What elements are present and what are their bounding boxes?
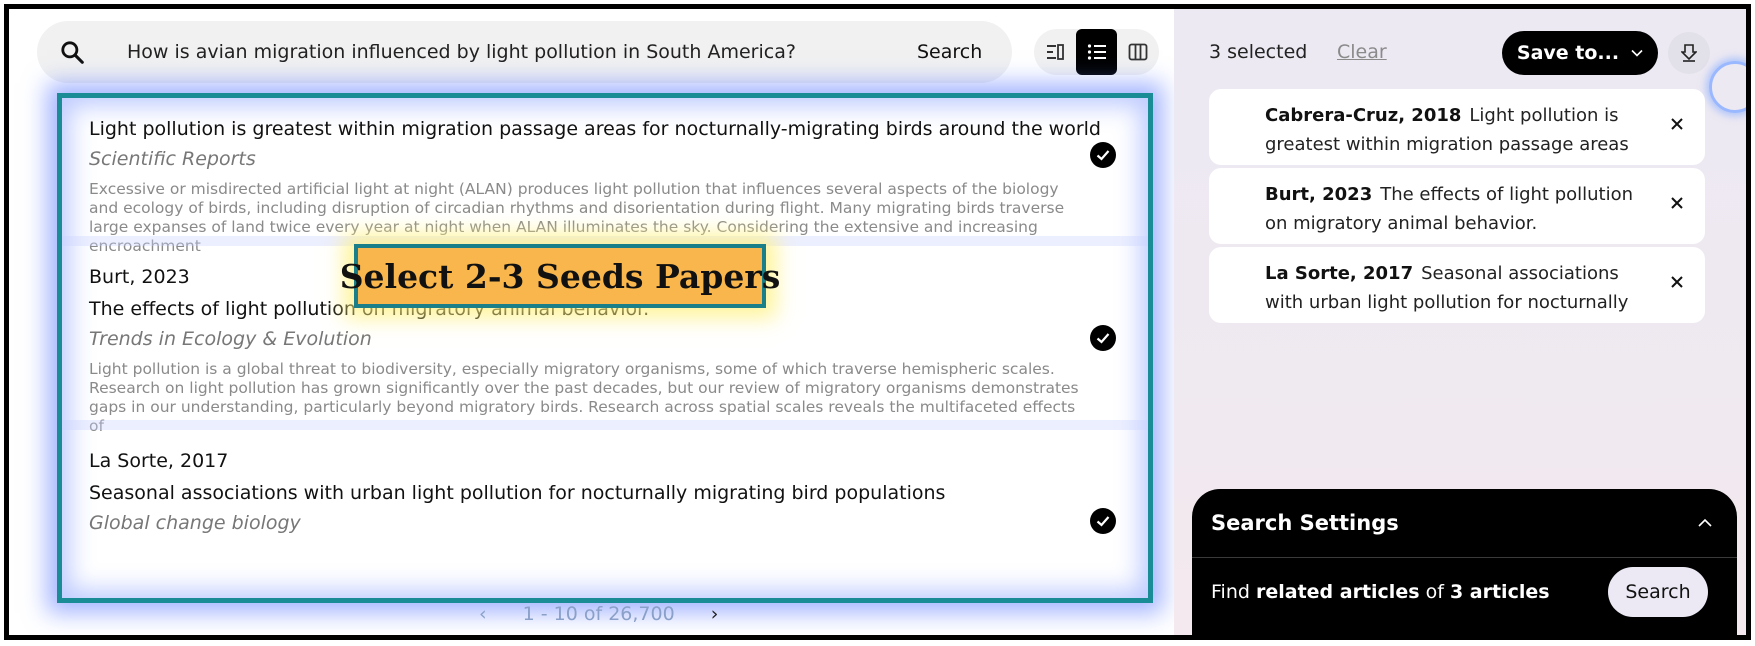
settings-heading: Search Settings [1211, 511, 1399, 535]
search-input[interactable]: How is avian migration influenced by lig… [127, 41, 796, 63]
selected-paper-text: La Sorte, 2017 Seasonal associations with… [1265, 263, 1629, 313]
results-pane: How is avian migration influenced by lig… [9, 9, 1174, 635]
next-page-icon[interactable]: › [711, 603, 719, 625]
remove-icon[interactable] [1669, 195, 1685, 211]
result-card[interactable]: Light pollution is greatest within migra… [62, 108, 1148, 256]
pagination: ‹ 1 - 10 of 26,700 › [479, 599, 729, 629]
result-journal: Trends in Ecology & Evolution [89, 328, 372, 350]
result-title[interactable]: Light pollution is greatest within migra… [89, 118, 1124, 140]
page-range: 1 - 10 of 26,700 [522, 603, 675, 625]
selected-check-icon[interactable] [1090, 325, 1116, 351]
result-author: La Sorte, 2017 [89, 450, 229, 472]
compact-list-icon [1046, 44, 1064, 60]
result-journal: Scientific Reports [89, 148, 256, 170]
save-to-button[interactable]: Save to... [1502, 31, 1658, 75]
result-journal: Global change biology [89, 512, 301, 534]
save-to-label: Save to... [1516, 42, 1620, 64]
remove-icon[interactable] [1669, 274, 1685, 290]
view-compact-button[interactable] [1034, 29, 1076, 75]
chevron-down-icon [1631, 49, 1643, 57]
related-search-button[interactable]: Search [1608, 567, 1708, 617]
view-columns-button[interactable] [1117, 29, 1159, 75]
results-list: Light pollution is greatest within migra… [57, 93, 1153, 603]
view-list-button[interactable] [1075, 29, 1118, 75]
download-icon [1681, 44, 1697, 62]
prev-page-icon[interactable]: ‹ [479, 603, 487, 625]
view-mode-toggle [1034, 29, 1159, 75]
columns-icon [1128, 43, 1148, 61]
selected-paper[interactable]: Cabrera-Cruz, 2018 Light pollution is gre… [1209, 89, 1705, 165]
download-button[interactable] [1668, 32, 1710, 74]
chevron-up-icon[interactable] [1697, 517, 1713, 529]
clear-selection-link[interactable]: Clear [1337, 41, 1387, 63]
search-button[interactable]: Search [917, 41, 982, 63]
selected-check-icon[interactable] [1090, 142, 1116, 168]
selected-count: 3 selected [1209, 41, 1308, 63]
selection-pane: 3 selected Clear Save to... Cabrera-Cruz… [1174, 9, 1746, 635]
result-title[interactable]: Seasonal associations with urban light p… [89, 482, 1124, 504]
selected-paper[interactable]: La Sorte, 2017 Seasonal associations with… [1209, 247, 1705, 323]
selected-paper-text: Burt, 2023 The effects of light pollution… [1265, 184, 1634, 234]
remove-icon[interactable] [1669, 116, 1685, 132]
search-settings-panel: Search Settings Find related articles of… [1192, 489, 1737, 635]
search-bar[interactable]: How is avian migration influenced by lig… [37, 21, 1012, 83]
search-icon [61, 41, 84, 64]
app-window: How is avian migration influenced by lig… [4, 4, 1751, 640]
divider [1192, 557, 1737, 558]
selected-paper-text: Cabrera-Cruz, 2018 Light pollution is gre… [1265, 105, 1629, 155]
selected-paper[interactable]: Burt, 2023 The effects of light pollution… [1209, 168, 1705, 244]
divider [62, 420, 1148, 430]
find-related-text: Find related articles of 3 articles [1211, 581, 1550, 603]
result-card[interactable]: La Sorte, 2017 Seasonal associations wit… [62, 450, 1148, 534]
list-icon [1087, 44, 1106, 60]
cursor-indicator [1709, 61, 1746, 113]
annotation-callout: Select 2-3 Seeds Papers [340, 244, 780, 308]
selected-check-icon[interactable] [1090, 508, 1116, 534]
